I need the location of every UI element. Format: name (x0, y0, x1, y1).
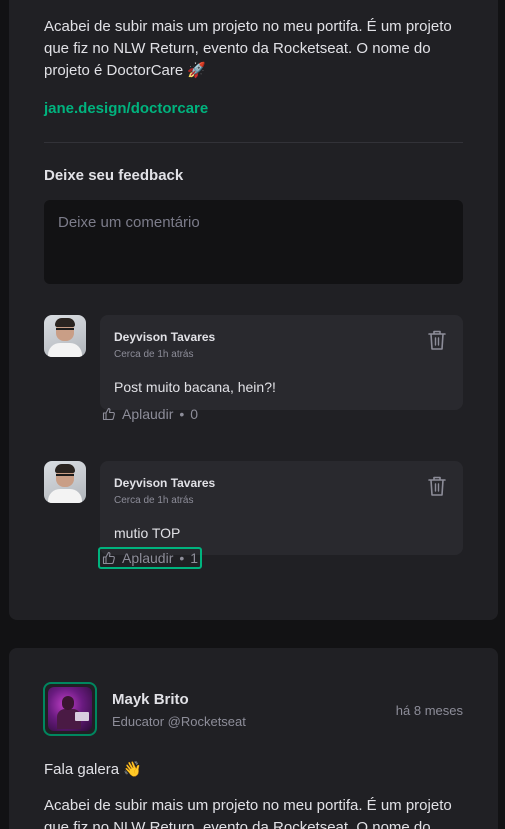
post-card: Acabei de subir mais um projeto no meu p… (9, 0, 498, 620)
applaud-button[interactable]: Aplaudir • 0 (98, 403, 202, 425)
feed: Acabei de subir mais um projeto no meu p… (0, 0, 505, 829)
comment-author: Deyvison Tavares (114, 330, 216, 344)
applaud-count: 1 (190, 550, 199, 566)
comment-time: Cerca de 1h atrás (114, 349, 194, 360)
avatar[interactable] (44, 315, 86, 357)
comment-time: Cerca de 1h atrás (114, 495, 194, 506)
applaud-separator: • (179, 550, 185, 566)
comment-text: Post muito bacana, hein?! (114, 379, 276, 395)
comment-text: mutio TOP (114, 525, 181, 541)
trash-icon[interactable] (427, 475, 447, 497)
post-link[interactable]: jane.design/doctorcare (44, 100, 208, 117)
post-card: Mayk Brito Educator @Rocketseat há 8 mes… (9, 648, 498, 829)
comment-textarea[interactable]: Deixe um comentário (44, 200, 463, 284)
author-role: Educator @Rocketseat (112, 714, 246, 729)
thumbs-up-icon (102, 551, 115, 565)
applaud-label: Aplaudir (122, 406, 174, 422)
thumbs-up-icon (102, 407, 115, 421)
applaud-label: Aplaudir (122, 550, 174, 566)
comment-card: Deyvison Tavares Cerca de 1h atrás mutio… (100, 461, 463, 555)
trash-icon[interactable] (427, 329, 447, 351)
post-greeting: Fala galera 👋 (44, 761, 142, 778)
avatar[interactable] (44, 461, 86, 503)
author-avatar[interactable] (43, 682, 97, 736)
post-content: Acabei de subir mais um projeto no meu p… (44, 18, 452, 79)
applaud-separator: • (179, 406, 185, 422)
comment-author: Deyvison Tavares (114, 476, 216, 490)
post-content: Acabei de subir mais um projeto no meu p… (44, 797, 452, 829)
applaud-count: 0 (190, 406, 199, 422)
feedback-title: Deixe seu feedback (44, 167, 184, 184)
comment-card: Deyvison Tavares Cerca de 1h atrás Post … (100, 315, 463, 410)
post-time: há 8 meses (395, 703, 463, 718)
divider (44, 142, 463, 143)
applaud-button[interactable]: Aplaudir • 1 (98, 547, 203, 569)
author-name: Mayk Brito (112, 691, 189, 708)
